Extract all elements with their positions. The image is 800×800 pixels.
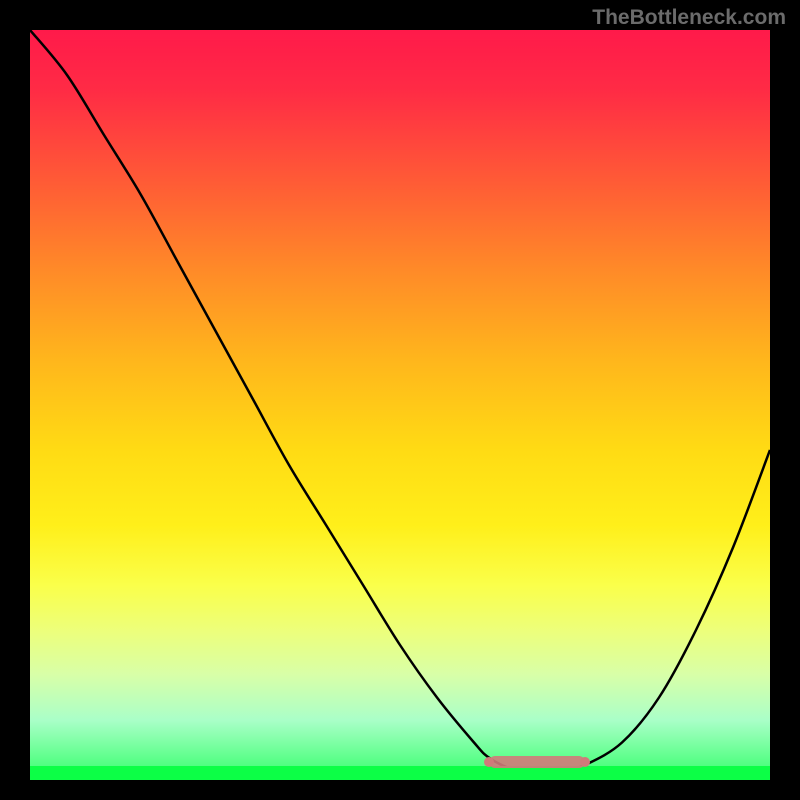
optimal-range-marker-band bbox=[489, 756, 585, 768]
optimal-range-marker-dot-left bbox=[484, 757, 494, 767]
chart-plot-area bbox=[30, 30, 770, 780]
chart-bottom-optimal-strip bbox=[30, 766, 770, 780]
optimal-range-marker-dot-right bbox=[580, 757, 590, 767]
watermark-text: TheBottleneck.com bbox=[592, 6, 786, 30]
bottleneck-curve-line bbox=[30, 30, 770, 773]
chart-curve-svg bbox=[30, 30, 770, 780]
